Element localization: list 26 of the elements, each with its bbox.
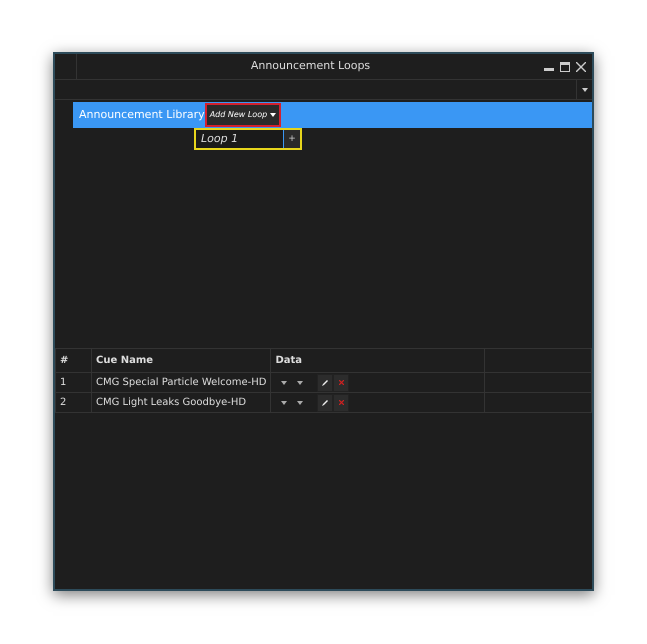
- library-label: Announcement Library: [79, 106, 205, 123]
- maximize-icon[interactable]: [560, 62, 570, 72]
- column-header: Data: [270, 348, 485, 372]
- add-loop-button[interactable]: Add New Loop: [204, 103, 282, 127]
- close-icon: [338, 380, 344, 385]
- caret-icon: [281, 380, 288, 384]
- column-header: #: [56, 348, 92, 372]
- caret-icon: [297, 400, 304, 404]
- row-number: 2: [56, 392, 92, 412]
- caret-icon: [270, 113, 276, 117]
- edit-button[interactable]: [317, 374, 334, 392]
- cue-name-cell: CMG Light Leaks Goodbye-HD: [92, 392, 271, 412]
- caret-icon: [582, 88, 588, 92]
- caret-icon: [281, 400, 288, 404]
- row-number: 1: [56, 372, 92, 392]
- window-title: Announcement Loops: [250, 58, 372, 74]
- close-icon: [338, 400, 344, 405]
- pencil-icon: [322, 379, 329, 386]
- loop-field[interactable]: Loop 1 +: [194, 128, 302, 150]
- caret-icon: [297, 380, 304, 384]
- add-button[interactable]: +: [284, 130, 300, 148]
- edit-button[interactable]: [317, 394, 334, 412]
- column-header: Cue Name: [92, 348, 271, 372]
- pencil-icon: [322, 399, 329, 406]
- close-icon[interactable]: [576, 62, 586, 72]
- cue-name-cell: CMG Special Particle Welcome-HD: [92, 372, 271, 392]
